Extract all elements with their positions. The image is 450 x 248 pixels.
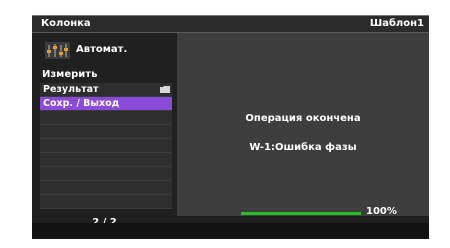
list-item-empty[interactable] bbox=[40, 167, 172, 181]
folder-icon bbox=[160, 86, 170, 93]
list-item-label: Сохр. / Выход bbox=[43, 98, 120, 109]
list-item-empty[interactable] bbox=[40, 139, 172, 153]
app-title: Колонка bbox=[41, 18, 91, 29]
title-bar: Колонка Шаблон1 bbox=[32, 16, 429, 33]
menu-list: Результат Сохр. / Выход bbox=[40, 83, 172, 209]
device-screen: Колонка Шаблон1 Автомат. Измерить Резуль… bbox=[32, 15, 429, 239]
status-message: Операция окончена bbox=[245, 113, 361, 124]
list-item-empty[interactable] bbox=[40, 195, 172, 209]
error-message: W-1:Ошибка фазы bbox=[249, 142, 357, 153]
list-item-empty[interactable] bbox=[40, 111, 172, 125]
list-item-empty[interactable] bbox=[40, 181, 172, 195]
list-item-empty[interactable] bbox=[40, 153, 172, 167]
list-item-result[interactable]: Результат bbox=[40, 83, 172, 97]
progress-fill bbox=[241, 212, 361, 215]
template-name: Шаблон1 bbox=[369, 18, 424, 29]
progress-bar bbox=[241, 212, 361, 215]
list-item-empty[interactable] bbox=[40, 125, 172, 139]
progress-percent: 100% bbox=[366, 206, 397, 217]
list-item-save-exit[interactable]: Сохр. / Выход bbox=[40, 97, 172, 111]
equalizer-icon bbox=[45, 42, 70, 59]
main-panel: Операция окончена W-1:Ошибка фазы bbox=[177, 33, 429, 216]
mode-label: Автомат. bbox=[76, 44, 128, 55]
left-panel: Автомат. Измерить Результат Сохр. / Выхо… bbox=[32, 33, 177, 228]
list-item-label: Результат bbox=[43, 84, 99, 95]
bottom-bar bbox=[32, 223, 429, 239]
measure-label: Измерить bbox=[42, 69, 98, 80]
